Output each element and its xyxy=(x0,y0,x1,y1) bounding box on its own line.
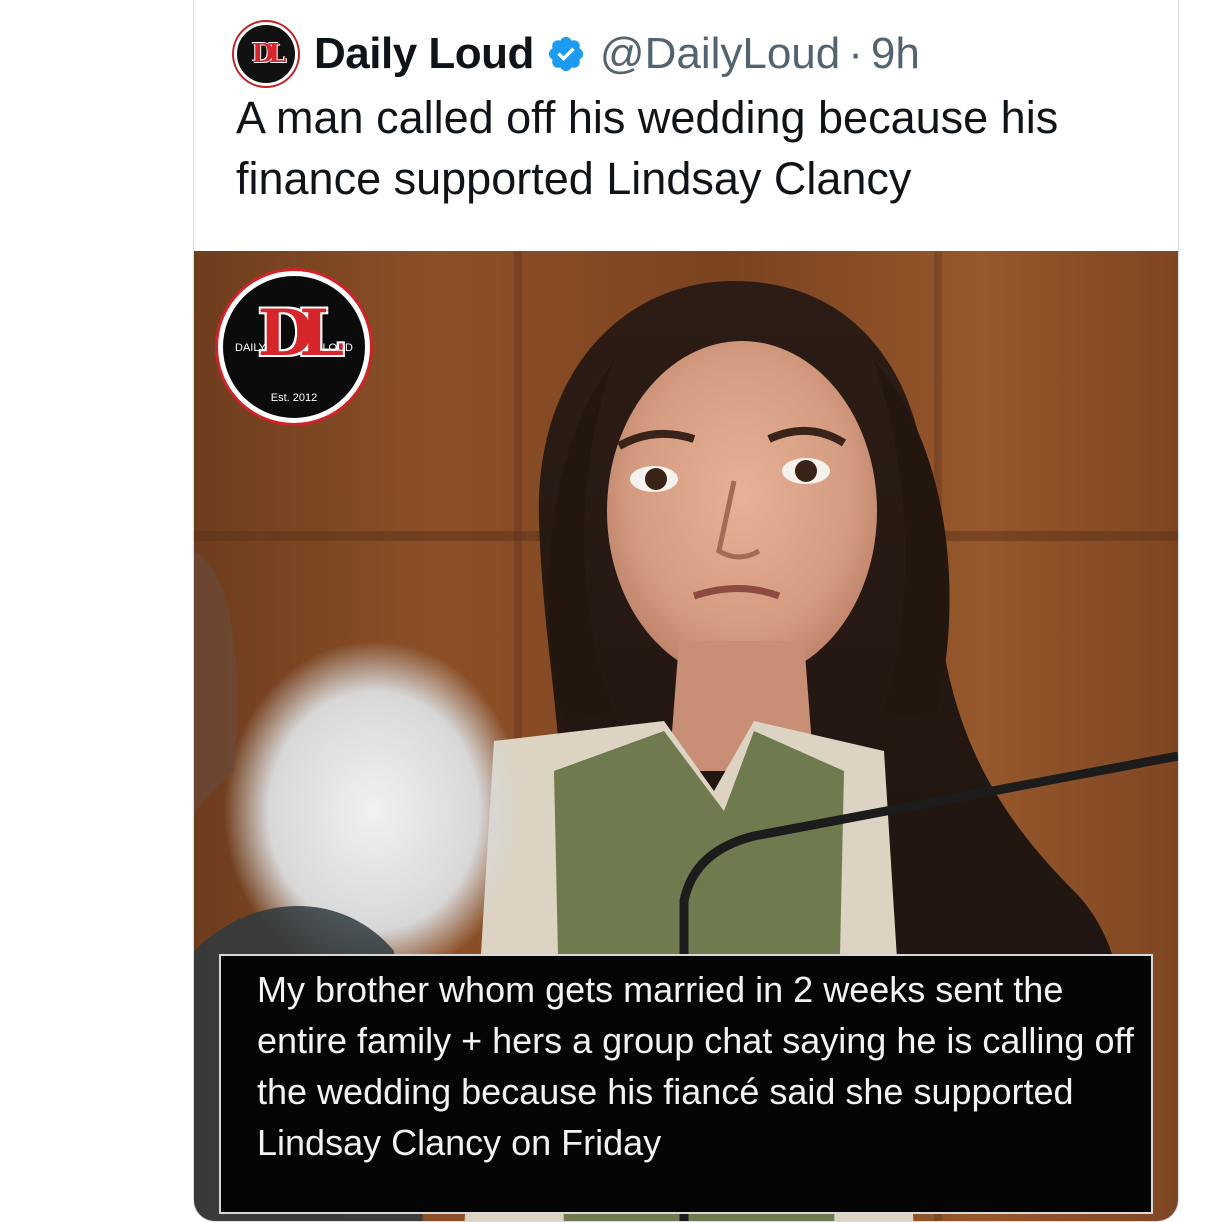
verified-badge-icon xyxy=(548,36,583,72)
tweet-text: A man called off his wedding because his… xyxy=(236,92,1059,204)
caption-text: My brother whom gets married in 2 weeks … xyxy=(257,969,1134,1163)
tweet-card[interactable]: DL Daily Loud @DailyLoud · 9h A man call… xyxy=(193,0,1179,1222)
display-name[interactable]: Daily Loud xyxy=(314,29,534,79)
watermark-left-word: DAILY xyxy=(235,342,266,354)
timestamp[interactable]: 9h xyxy=(871,29,920,79)
watermark-mark: DL xyxy=(257,296,345,371)
avatar[interactable]: DL xyxy=(234,22,298,86)
watermark-right-word: LOUD xyxy=(322,342,353,354)
separator-dot: · xyxy=(848,29,863,78)
watermark-established: Est. 2012 xyxy=(270,392,318,404)
caption-box: My brother whom gets married in 2 weeks … xyxy=(219,954,1153,1214)
tweet-media[interactable]: DL DAILY LOUD Est. 2012 My brother whom … xyxy=(194,251,1178,1221)
tweet-header: DL Daily Loud @DailyLoud · 9h xyxy=(234,21,920,87)
handle[interactable]: @DailyLoud xyxy=(600,29,840,79)
daily-loud-watermark-logo: DL DAILY LOUD Est. 2012 xyxy=(218,271,370,423)
avatar-logo-mark: DL xyxy=(251,39,287,69)
